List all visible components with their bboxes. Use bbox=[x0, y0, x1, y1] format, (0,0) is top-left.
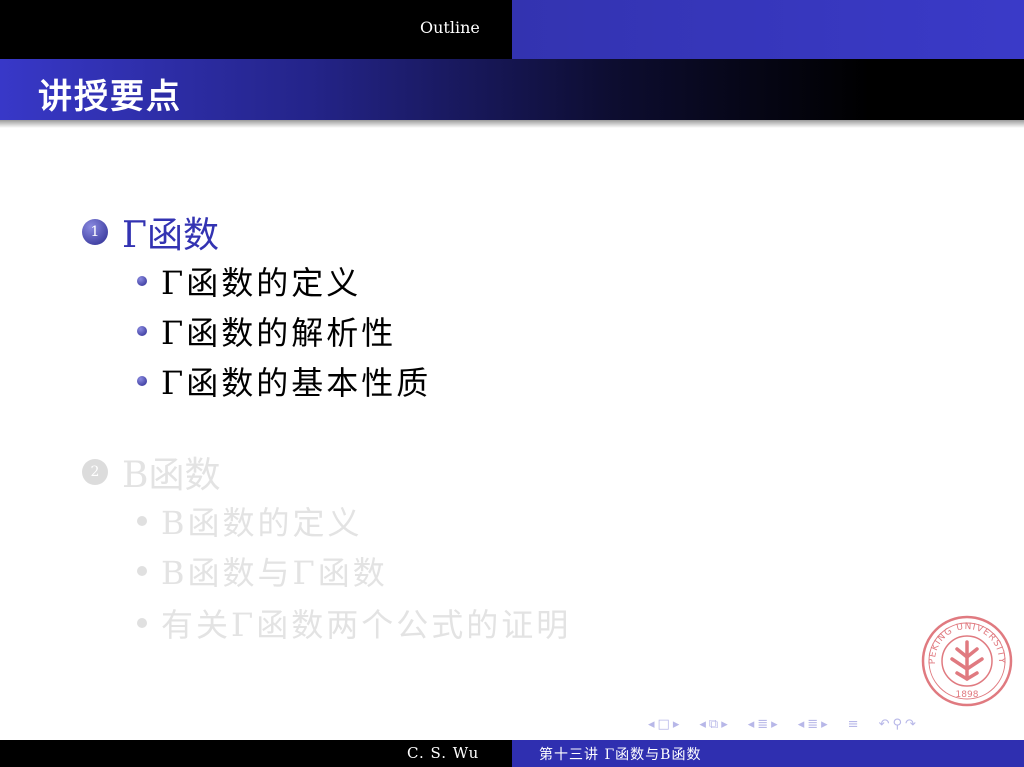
prev-icon[interactable]: ◂ bbox=[798, 717, 805, 732]
footer-left: C. S. Wu bbox=[0, 740, 512, 767]
undo-icon[interactable]: ↶ bbox=[879, 717, 890, 732]
outline-item-label: Γ函数的定义 bbox=[161, 264, 362, 302]
next-icon[interactable]: ▸ bbox=[721, 717, 728, 732]
outline-item[interactable]: Γ函数的定义 bbox=[137, 258, 361, 304]
title-shadow bbox=[0, 120, 1024, 128]
outline-item[interactable]: Γ函数的解析性 bbox=[137, 308, 396, 354]
outline-item[interactable]: B函数的定义 bbox=[137, 498, 363, 544]
outline-link[interactable]: Outline bbox=[420, 18, 480, 37]
frame-title: 讲授要点 bbox=[38, 77, 182, 117]
outline-item[interactable]: Γ函数的基本性质 bbox=[137, 358, 431, 404]
section-2-label: B函数 bbox=[122, 455, 221, 496]
bullet-icon bbox=[137, 376, 147, 386]
svg-text:1898: 1898 bbox=[956, 690, 979, 700]
navigation-symbols: ◂ □ ▸ ◂ ⧉ ▸ ◂ ≣ ▸ ◂ ≣ ▸ ≡ ↶ ⚲ ↷ bbox=[648, 714, 930, 734]
frame-title-bar: 讲授要点 bbox=[0, 59, 1024, 120]
subsection-icon[interactable]: ⧉ bbox=[709, 717, 718, 732]
section-1-label: Γ函数 bbox=[122, 215, 219, 256]
headline-left: Outline bbox=[0, 0, 512, 59]
outline-item-label: B函数与Γ函数 bbox=[161, 554, 388, 592]
section-number-ball: 1 bbox=[82, 219, 108, 245]
footer-lecture: 第十三讲 Γ函数与B函数 bbox=[539, 747, 702, 763]
section-number-ball: 2 bbox=[82, 459, 108, 485]
prev-icon[interactable]: ◂ bbox=[699, 717, 706, 732]
headline-right bbox=[512, 0, 1024, 59]
peking-university-logo: PEKING UNIVERSITY 1898 bbox=[921, 615, 1013, 707]
section-icon[interactable]: ≣ bbox=[757, 717, 768, 732]
prev-icon[interactable]: ◂ bbox=[648, 717, 655, 732]
bullet-icon bbox=[137, 276, 147, 286]
prev-icon[interactable]: ◂ bbox=[748, 717, 755, 732]
footer-right: 第十三讲 Γ函数与B函数 bbox=[512, 740, 1024, 767]
outline-item[interactable]: 有关Γ函数两个公式的证明 bbox=[137, 600, 571, 646]
outline-item-label: Γ函数的基本性质 bbox=[161, 364, 432, 402]
search-icon[interactable]: ⚲ bbox=[892, 717, 902, 732]
align-icon[interactable]: ≡ bbox=[848, 717, 859, 732]
outline-item-label: B函数的定义 bbox=[161, 504, 363, 542]
outline-item-label: Γ函数的解析性 bbox=[161, 314, 397, 352]
outline-section-1[interactable]: 1 Γ函数 bbox=[82, 206, 219, 258]
section-icon[interactable]: ≣ bbox=[807, 717, 818, 732]
bullet-icon bbox=[137, 326, 147, 336]
footer-author: C. S. Wu bbox=[407, 744, 480, 762]
next-icon[interactable]: ▸ bbox=[673, 717, 680, 732]
bullet-icon bbox=[137, 516, 147, 526]
outline-item-label: 有关Γ函数两个公式的证明 bbox=[161, 606, 572, 644]
bullet-icon bbox=[137, 618, 147, 628]
bullet-icon bbox=[137, 566, 147, 576]
outline-section-2[interactable]: 2 B函数 bbox=[82, 446, 220, 498]
frame-icon[interactable]: □ bbox=[658, 717, 670, 732]
outline-item[interactable]: B函数与Γ函数 bbox=[137, 548, 388, 594]
next-icon[interactable]: ▸ bbox=[821, 717, 828, 732]
next-icon[interactable]: ▸ bbox=[771, 717, 778, 732]
redo-icon[interactable]: ↷ bbox=[905, 717, 916, 732]
